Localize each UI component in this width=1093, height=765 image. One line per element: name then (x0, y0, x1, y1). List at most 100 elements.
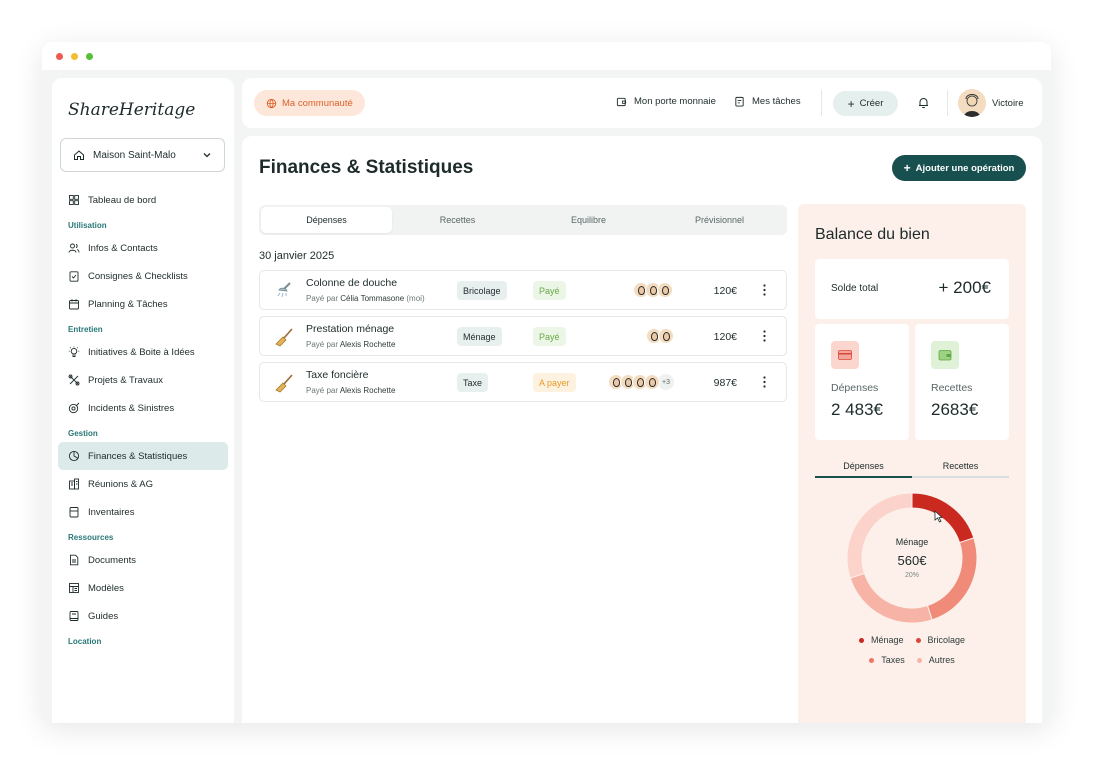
status-badge: A payer (533, 373, 576, 392)
community-label: Ma communauté (282, 97, 353, 109)
tasks-link[interactable]: Mes tâches (734, 96, 801, 107)
dashboard-icon (69, 195, 79, 205)
operation-amount: 120€ (713, 285, 737, 297)
operation-payer: Payé par Alexis Rochette (306, 386, 396, 395)
expenses-card[interactable]: Dépenses 2 483€ (815, 324, 909, 440)
legend-item: Ménage (858, 635, 904, 645)
more-options-icon[interactable] (763, 284, 766, 296)
sidebar-item-label: Modèles (88, 582, 124, 594)
user-name[interactable]: Victoire (992, 98, 1024, 109)
book-icon (69, 611, 79, 621)
tab-2[interactable]: Equilibre (523, 207, 654, 233)
sidebar-item-label: Finances & Statistiques (88, 450, 188, 462)
operation-payer: Payé par Célia Tommasone (moi) (306, 294, 425, 303)
operation-row[interactable]: Taxe foncière Payé par Alexis Rochette Ta… (259, 362, 787, 402)
sidebar-item-16[interactable]: Guides (58, 602, 228, 630)
category-badge: Ménage (457, 327, 502, 346)
members-avatars (646, 328, 674, 344)
shower-icon (274, 281, 296, 301)
more-options-icon[interactable] (763, 330, 766, 342)
operation-amount: 120€ (713, 331, 737, 343)
minimize-window-button[interactable] (71, 53, 78, 60)
sidebar-item-11[interactable]: Réunions & AG (58, 470, 228, 498)
balance-tab-expenses[interactable]: Dépenses (815, 456, 912, 478)
sidebar-item-4[interactable]: Planning & Tâches (58, 290, 228, 318)
sidebar-nav: Tableau de bord Utilisation Infos & Contac… (58, 186, 228, 650)
sidebar-item-12[interactable]: Inventaires (58, 498, 228, 526)
user-avatar[interactable] (958, 89, 986, 117)
wallet-label: Mon porte monnaie (634, 96, 716, 107)
donut-slice-taxes[interactable] (849, 572, 933, 624)
globe-icon (266, 98, 277, 108)
chart-legend-row: Ménage Bricolage (798, 635, 1026, 645)
sidebar-item-label: Incidents & Sinistres (88, 402, 175, 414)
operation-row[interactable]: Prestation ménage Payé par Alexis Rochett… (259, 316, 787, 356)
finance-tabs: Dépenses Recettes Equilibre Prévisionnel (259, 205, 787, 235)
balance-title: Balance du bien (815, 226, 930, 243)
wallet-icon (616, 97, 627, 107)
sidebar-item-label: Infos & Contacts (88, 242, 158, 254)
add-operation-button[interactable]: + Ajouter une opération (892, 155, 1026, 181)
balance-tab-income[interactable]: Recettes (912, 456, 1009, 478)
expenses-value: 2 483€ (831, 400, 883, 419)
sidebar-item-7[interactable]: Projets & Travaux (58, 366, 228, 394)
legend-item: Bricolage (915, 635, 965, 645)
sidebar-item-label: Initiatives & Boite à Idées (88, 346, 195, 358)
income-card[interactable]: Recettes 2683€ (915, 324, 1009, 440)
page-title: Finances & Statistiques (259, 157, 474, 178)
bell-icon[interactable] (917, 96, 930, 109)
more-options-icon[interactable] (763, 376, 766, 388)
total-balance-label: Solde total (831, 283, 879, 294)
maximize-window-button[interactable] (86, 53, 93, 60)
operation-row[interactable]: Colonne de douche Payé par Célia Tommason… (259, 270, 787, 310)
create-button[interactable]: + Créer (833, 91, 898, 116)
title-bar (42, 42, 1051, 70)
broom-icon (274, 373, 296, 393)
sidebar-item-10[interactable]: Finances & Statistiques (58, 442, 228, 470)
checklist-icon (69, 271, 79, 282)
app-logo[interactable]: ShareHeritage (68, 100, 195, 120)
add-operation-label: Ajouter une opération (915, 162, 1015, 174)
sidebar: ShareHeritage Maison Saint-Malo Tableau … (52, 78, 234, 723)
total-balance-card: Solde total + 200€ (815, 259, 1009, 319)
operation-title: Taxe foncière (306, 369, 369, 381)
sidebar-item-0[interactable]: Tableau de bord (58, 186, 228, 214)
wallet-link[interactable]: Mon porte monnaie (616, 96, 716, 107)
member-avatar (658, 328, 674, 344)
sidebar-item-8[interactable]: Incidents & Sinistres (58, 394, 228, 422)
chart-legend-row: Taxes Autres (798, 655, 1026, 665)
user-avatar-drawing (964, 94, 980, 117)
tab-3[interactable]: Prévisionnel (654, 207, 785, 233)
sidebar-item-6[interactable]: Initiatives & Boite à Idées (58, 338, 228, 366)
sidebar-item-2[interactable]: Infos & Contacts (58, 234, 228, 262)
sidebar-item-label: Planning & Tâches (88, 298, 168, 310)
legend-swatch (915, 637, 921, 643)
sidebar-item-15[interactable]: Modèles (58, 574, 228, 602)
community-button[interactable]: Ma communauté (254, 90, 365, 116)
main-content: Finances & Statistiques + Ajouter une op… (242, 136, 1042, 723)
donut-slice-m-nage[interactable] (911, 492, 975, 544)
operation-amount: 987€ (713, 377, 737, 389)
sidebar-section-ressources: Ressources (68, 532, 114, 542)
calendar-icon (69, 299, 79, 310)
legend-swatch (869, 657, 875, 663)
tab-1[interactable]: Recettes (392, 207, 523, 233)
category-badge: Taxe (457, 373, 489, 392)
close-window-button[interactable] (56, 53, 63, 60)
app-window: ShareHeritage Maison Saint-Malo Tableau … (42, 42, 1051, 723)
tab-0[interactable]: Dépenses (261, 207, 392, 233)
plus-icon: + (847, 96, 855, 111)
home-icon (74, 150, 84, 160)
total-balance-value: + 200€ (938, 278, 991, 297)
sidebar-item-3[interactable]: Consignes & Checklists (58, 262, 228, 290)
house-selector[interactable]: Maison Saint-Malo (60, 138, 225, 172)
status-badge: Payé (533, 281, 566, 300)
balance-tabs: Dépenses Recettes (815, 456, 1009, 478)
sidebar-item-14[interactable]: Documents (58, 546, 228, 574)
template-icon (69, 583, 79, 593)
status-badge: Payé (533, 327, 566, 346)
tools-icon (68, 374, 80, 386)
legend-item: Taxes (869, 655, 905, 665)
tasks-label: Mes tâches (752, 96, 801, 107)
operation-title: Colonne de douche (306, 277, 398, 289)
